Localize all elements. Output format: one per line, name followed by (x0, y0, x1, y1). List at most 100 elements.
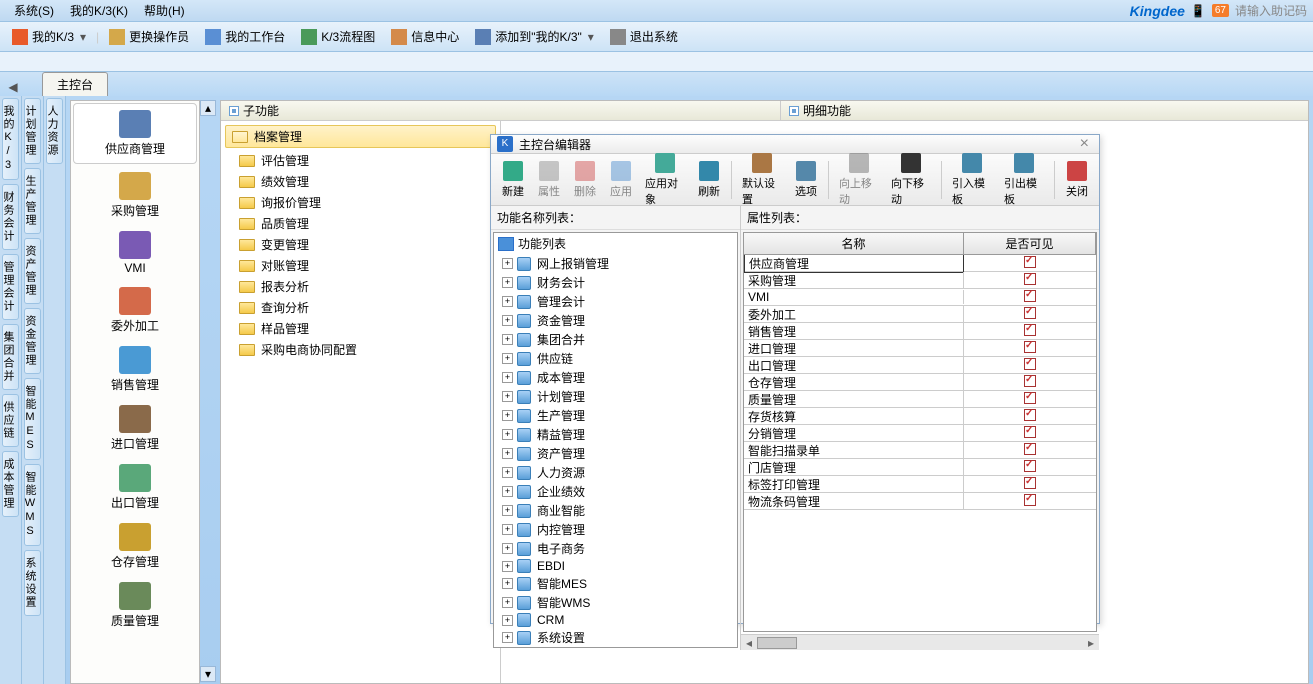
prop-row[interactable]: 进口管理 (744, 340, 1096, 357)
func-tree-item[interactable]: +生产管理 (494, 406, 737, 425)
tree-item[interactable]: 品质管理 (221, 213, 500, 234)
prop-row[interactable]: VMI (744, 289, 1096, 306)
prop-visible[interactable] (964, 426, 1096, 441)
menu-system[interactable]: 系统(S) (6, 0, 62, 21)
module-item[interactable]: VMI (71, 225, 199, 281)
checkbox-icon[interactable] (1024, 460, 1036, 472)
tree-item[interactable]: 采购电商协同配置 (221, 339, 500, 360)
func-tree-root[interactable]: 功能列表 (494, 233, 737, 254)
vtab-finance[interactable]: 财务会计 (2, 184, 19, 250)
prop-visible[interactable] (964, 443, 1096, 458)
vtab-prod-mgmt[interactable]: 生产管理 (24, 168, 41, 234)
dtb-关闭[interactable]: 关闭 (1059, 159, 1095, 201)
func-tree-item[interactable]: +商业智能 (494, 501, 737, 520)
expand-icon[interactable]: + (502, 524, 513, 535)
prop-row[interactable]: 销售管理 (744, 323, 1096, 340)
func-tree-item[interactable]: +内控管理 (494, 520, 737, 539)
func-tree-item[interactable]: +财务会计 (494, 273, 737, 292)
expand-icon[interactable]: + (502, 561, 513, 572)
func-tree-item[interactable]: +电子商务 (494, 539, 737, 558)
expand-icon[interactable]: + (502, 353, 513, 364)
prop-visible[interactable] (964, 494, 1096, 509)
prop-visible[interactable] (964, 392, 1096, 407)
helper-hint[interactable]: 请输入助记码 (1235, 2, 1307, 19)
func-tree-item[interactable]: +成本管理 (494, 368, 737, 387)
tb-flowchart[interactable]: K/3流程图 (295, 25, 381, 48)
checkbox-icon[interactable] (1024, 324, 1036, 336)
prop-visible[interactable] (964, 324, 1096, 339)
func-tree-item[interactable]: +精益管理 (494, 425, 737, 444)
expand-icon[interactable]: + (502, 505, 513, 516)
tb-add-to-myk3[interactable]: 添加到"我的K/3" (469, 25, 600, 48)
func-tree-item[interactable]: +人力资源 (494, 463, 737, 482)
prop-visible[interactable] (964, 460, 1096, 475)
prop-row[interactable]: 存货核算 (744, 408, 1096, 425)
menu-myk3[interactable]: 我的K/3(K) (62, 0, 136, 21)
func-tree-item[interactable]: +智能WMS (494, 593, 737, 612)
expand-icon[interactable]: + (502, 632, 513, 643)
func-tree-item[interactable]: +智能MES (494, 574, 737, 593)
checkbox-icon[interactable] (1024, 426, 1036, 438)
module-item[interactable]: 委外加工 (71, 281, 199, 340)
module-item[interactable]: 仓存管理 (71, 517, 199, 576)
func-tree-item[interactable]: +供应链 (494, 349, 737, 368)
checkbox-icon[interactable] (1024, 392, 1036, 404)
prop-row[interactable]: 分销管理 (744, 425, 1096, 442)
expand-icon[interactable]: + (502, 448, 513, 459)
checkbox-icon[interactable] (1024, 273, 1036, 285)
expand-icon[interactable]: + (502, 597, 513, 608)
prop-visible[interactable] (964, 256, 1096, 271)
tab-console[interactable]: 主控台 (42, 72, 108, 96)
prop-visible[interactable] (964, 477, 1096, 492)
dtb-默认设置[interactable]: 默认设置 (736, 151, 788, 209)
checkbox-icon[interactable] (1024, 409, 1036, 421)
tree-item[interactable]: 询报价管理 (221, 192, 500, 213)
vtab-mgmt-accounting[interactable]: 管理会计 (2, 254, 19, 320)
checkbox-icon[interactable] (1024, 443, 1036, 455)
prop-row[interactable]: 委外加工 (744, 306, 1096, 323)
func-tree-item[interactable]: +网上报销管理 (494, 254, 737, 273)
func-tree-item[interactable]: +企业绩效 (494, 482, 737, 501)
vtab-asset-mgmt[interactable]: 资产管理 (24, 238, 41, 304)
tb-exit[interactable]: 退出系统 (604, 25, 684, 48)
prop-row[interactable]: 出口管理 (744, 357, 1096, 374)
tree-item[interactable]: 样品管理 (221, 318, 500, 339)
menu-help[interactable]: 帮助(H) (136, 0, 193, 21)
func-tree-item[interactable]: +资金管理 (494, 311, 737, 330)
expand-icon[interactable]: + (502, 296, 513, 307)
func-tree-item[interactable]: +集团合并 (494, 330, 737, 349)
dtb-选项[interactable]: 选项 (788, 159, 824, 201)
checkbox-icon[interactable] (1024, 341, 1036, 353)
vtab-hr[interactable]: 人力资源 (46, 98, 63, 164)
vtab-mes[interactable]: 智能MES (24, 378, 41, 460)
tb-myk3[interactable]: 我的K/3 (6, 25, 92, 48)
prop-row[interactable]: 标签打印管理 (744, 476, 1096, 493)
dtb-向下移动[interactable]: 向下移动 (885, 151, 937, 209)
func-tree-item[interactable]: +EBDI (494, 558, 737, 574)
tree-item[interactable]: 评估管理 (221, 150, 500, 171)
prop-visible[interactable] (964, 409, 1096, 424)
func-tree-item[interactable]: +资产管理 (494, 444, 737, 463)
func-tree-item[interactable]: +计划管理 (494, 387, 737, 406)
expand-icon[interactable]: + (502, 410, 513, 421)
module-item[interactable]: 出口管理 (71, 458, 199, 517)
expand-icon[interactable]: + (502, 315, 513, 326)
module-item[interactable]: 采购管理 (71, 166, 199, 225)
scroll-right-icon[interactable]: ▸ (1083, 636, 1099, 650)
expand-icon[interactable]: + (502, 429, 513, 440)
prop-row[interactable]: 质量管理 (744, 391, 1096, 408)
dtb-引出模板[interactable]: 引出模板 (998, 151, 1050, 209)
scroll-thumb[interactable] (757, 637, 797, 649)
expand-icon[interactable]: + (502, 277, 513, 288)
prop-header-visible[interactable]: 是否可见 (964, 233, 1096, 254)
checkbox-icon[interactable] (1024, 375, 1036, 387)
expand-icon[interactable]: + (502, 372, 513, 383)
vtab-wms[interactable]: 智能WMS (24, 464, 41, 546)
tree-item[interactable]: 报表分析 (221, 276, 500, 297)
close-icon[interactable]: × (1076, 135, 1093, 153)
module-item[interactable]: 销售管理 (71, 340, 199, 399)
prop-row[interactable]: 物流条码管理 (744, 493, 1096, 510)
expand-icon[interactable]: + (502, 258, 513, 269)
checkbox-icon[interactable] (1024, 290, 1036, 302)
expand-icon[interactable]: + (502, 486, 513, 497)
